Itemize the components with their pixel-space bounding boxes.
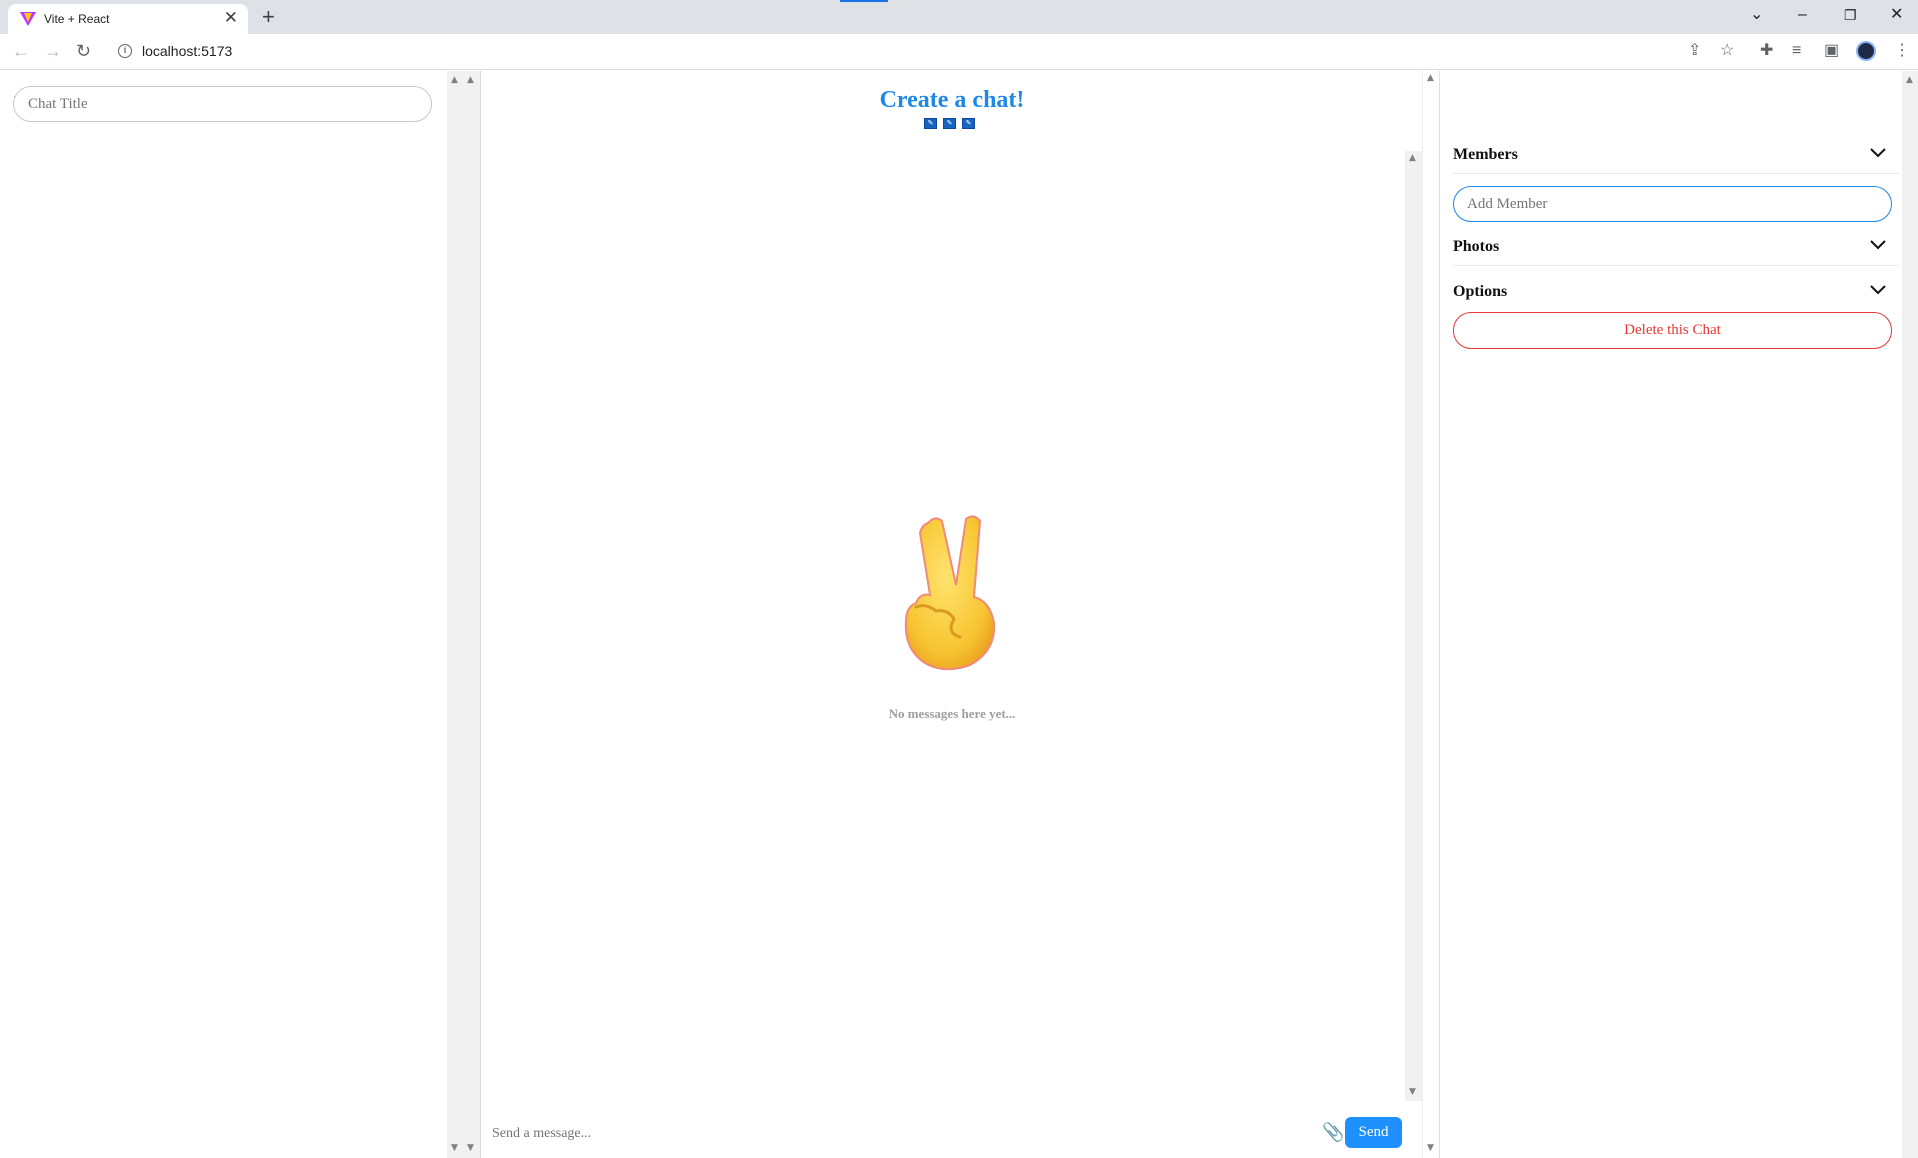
- members-section[interactable]: Members: [1453, 134, 1899, 174]
- chat-title-input[interactable]: [13, 86, 432, 122]
- chevron-down-icon[interactable]: [1869, 144, 1887, 162]
- header-actions: ✎ ✎ ✎: [924, 118, 975, 129]
- site-info-icon[interactable]: i: [118, 44, 132, 58]
- options-section[interactable]: Options: [1453, 271, 1899, 311]
- side-panel-icon[interactable]: ▣: [1824, 42, 1839, 60]
- empty-state-text: No messages here yet...: [888, 706, 1016, 721]
- chat-scrollbar[interactable]: ▲ ▼: [1422, 71, 1439, 1158]
- paperclip-icon[interactable]: 📎: [1322, 1123, 1344, 1143]
- settings-scrollbar[interactable]: ▲: [1902, 71, 1918, 1158]
- tab-title: Vite + React: [44, 12, 110, 26]
- edit-icon[interactable]: ✎: [924, 118, 937, 129]
- minimize-button[interactable]: –: [1798, 4, 1807, 26]
- delete-chat-button[interactable]: Delete this Chat: [1453, 312, 1892, 349]
- vite-logo-icon: [20, 12, 36, 26]
- close-tab-icon[interactable]: ✕: [224, 9, 238, 26]
- chat-list-scrollbar[interactable]: ▲ ▲ ▼ ▼: [447, 71, 481, 1158]
- browser-toolbar: ← → ↻ i localhost:5173 ⇪ ☆ ✚ ≡ ▣ ⋮: [0, 34, 1918, 70]
- edit-icon[interactable]: ✎: [943, 118, 956, 129]
- scroll-up-icon[interactable]: ▲: [1409, 153, 1416, 163]
- browser-tab-bar: Vite + React ✕ + ⌄ – ❐ ✕: [0, 0, 1918, 34]
- message-composer: 📎 Send: [482, 1111, 1422, 1158]
- section-title: Photos: [1453, 238, 1500, 255]
- scroll-down-icon[interactable]: ▼: [467, 1143, 474, 1153]
- feed-scrollbar[interactable]: ▲ ▼: [1405, 151, 1422, 1101]
- section-title: Members: [1453, 146, 1518, 163]
- forward-icon[interactable]: →: [44, 41, 62, 61]
- victory-hand-icon: [904, 515, 996, 671]
- scroll-up-icon[interactable]: ▲: [1427, 73, 1434, 83]
- send-button[interactable]: Send: [1345, 1117, 1402, 1148]
- message-input[interactable]: [492, 1119, 1292, 1149]
- restore-button[interactable]: ❐: [1844, 4, 1857, 26]
- chevron-down-icon[interactable]: [1869, 281, 1887, 299]
- back-icon[interactable]: ←: [12, 41, 30, 61]
- browser-tab[interactable]: Vite + React ✕: [8, 4, 248, 34]
- photos-section[interactable]: Photos: [1453, 226, 1899, 266]
- chat-title: Create a chat!: [879, 87, 1025, 113]
- reading-list-icon[interactable]: ≡: [1792, 42, 1801, 60]
- scroll-down-icon[interactable]: ▼: [1427, 1143, 1434, 1153]
- chat-feed-panel: Create a chat! ✎ ✎ ✎ No messages here ye…: [482, 71, 1439, 1158]
- profile-avatar[interactable]: [1856, 41, 1876, 61]
- share-icon[interactable]: ⇪: [1688, 42, 1701, 60]
- chat-header: Create a chat! ✎ ✎ ✎: [482, 71, 1422, 151]
- chevron-down-icon[interactable]: [1869, 236, 1887, 254]
- chat-settings-panel: Members Photos Options Delete this Chat: [1439, 71, 1902, 1158]
- tab-loading-indicator: [840, 0, 888, 2]
- close-window-button[interactable]: ✕: [1890, 4, 1903, 26]
- tab-search-icon[interactable]: ⌄: [1750, 4, 1763, 26]
- scroll-up-icon[interactable]: ▲: [467, 75, 474, 85]
- extensions-icon[interactable]: ✚: [1760, 42, 1773, 60]
- bookmark-star-icon[interactable]: ☆: [1720, 42, 1734, 60]
- message-feed: No messages here yet...: [482, 151, 1422, 1101]
- new-tab-button[interactable]: +: [262, 4, 275, 30]
- scroll-down-icon[interactable]: ▼: [1409, 1087, 1416, 1097]
- edit-icon[interactable]: ✎: [962, 118, 975, 129]
- section-title: Options: [1453, 283, 1508, 300]
- scroll-up-icon[interactable]: ▲: [1906, 75, 1913, 85]
- reload-icon[interactable]: ↻: [76, 41, 91, 61]
- chat-list-panel: -: [0, 71, 447, 1158]
- menu-icon[interactable]: ⋮: [1894, 42, 1910, 60]
- scroll-up-icon[interactable]: ▲: [451, 75, 458, 85]
- address-bar[interactable]: localhost:5173: [142, 43, 232, 59]
- add-member-input[interactable]: [1453, 186, 1892, 222]
- scroll-down-icon[interactable]: ▼: [451, 1143, 458, 1153]
